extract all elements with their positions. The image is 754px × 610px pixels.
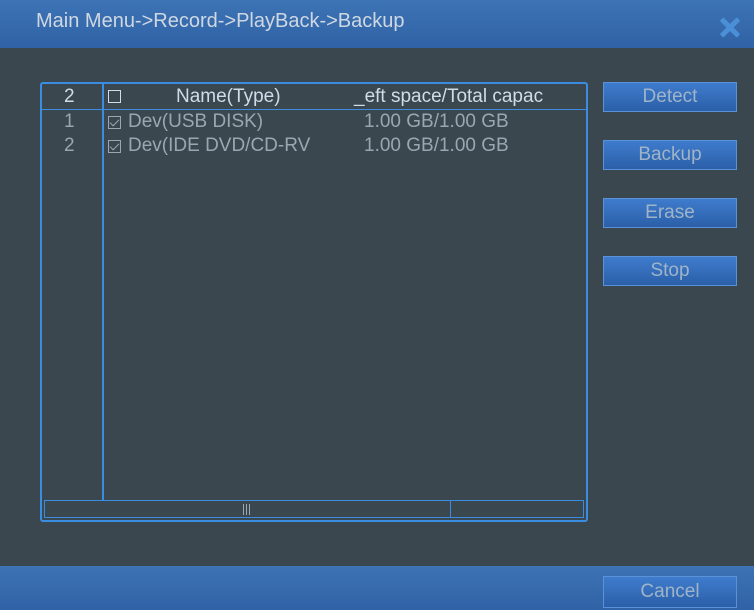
title-bar: Main Menu->Record->PlayBack->Backup [0, 0, 754, 48]
device-table: 2 Name(Type) _eft space/Total capac 1 De… [40, 82, 588, 522]
header-count: 2 [64, 86, 75, 107]
close-icon[interactable] [718, 16, 740, 38]
scrollbar-divider [450, 501, 451, 517]
header-space: _eft space/Total capac [354, 86, 544, 107]
window-title: Main Menu->Record->PlayBack->Backup [36, 10, 405, 32]
row-checkbox[interactable] [108, 116, 121, 129]
header-divider [42, 109, 586, 110]
header-name: Name(Type) [176, 86, 281, 107]
column-divider [102, 84, 104, 500]
detect-button[interactable]: Detect [603, 82, 737, 112]
scrollbar-thumb-grip[interactable] [249, 504, 250, 515]
row-checkbox[interactable] [108, 140, 121, 153]
scrollbar-thumb-grip[interactable] [243, 504, 244, 515]
row-name: Dev(IDE DVD/CD-RV [128, 135, 311, 156]
horizontal-scrollbar[interactable] [44, 500, 584, 518]
stop-button[interactable]: Stop [603, 256, 737, 286]
select-all-checkbox[interactable] [108, 90, 121, 103]
row-space: 1.00 GB/1.00 GB [364, 111, 509, 132]
scrollbar-thumb-grip[interactable] [246, 504, 247, 515]
row-index: 1 [64, 111, 75, 132]
erase-button[interactable]: Erase [603, 198, 737, 228]
cancel-button[interactable]: Cancel [603, 576, 737, 608]
row-space: 1.00 GB/1.00 GB [364, 135, 509, 156]
row-name: Dev(USB DISK) [128, 111, 264, 132]
footer-bar: Cancel [0, 566, 754, 610]
backup-button[interactable]: Backup [603, 140, 737, 170]
row-index: 2 [64, 135, 75, 156]
